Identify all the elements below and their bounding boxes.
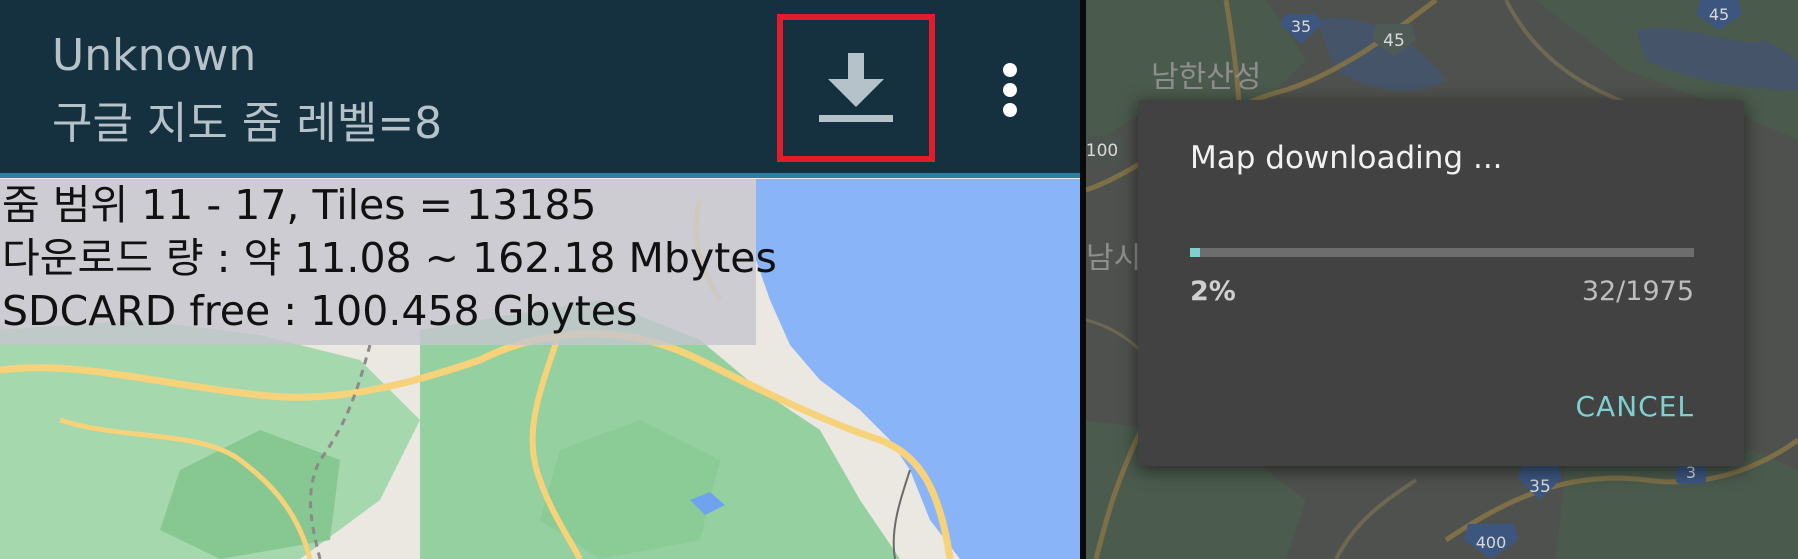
download-progress-dialog: Map downloading ... 2% 32/1975 CANCEL — [1138, 100, 1744, 466]
cancel-button[interactable]: CANCEL — [1576, 390, 1695, 423]
download-info-panel: 줌 범위 11 - 17, Tiles = 13185 다운로드 량 : 약 1… — [0, 179, 777, 345]
svg-text:35: 35 — [1529, 477, 1551, 497]
svg-text:45: 45 — [1383, 31, 1405, 51]
app-toolbar: Unknown 구글 지도 줌 레벨=8 — [0, 0, 1080, 173]
sdcard-free-text: SDCARD free : 100.458 Gbytes — [2, 287, 638, 335]
place-label-namhansanseong: 남한산성 — [1151, 60, 1261, 95]
left-screen: Unknown 구글 지도 줌 레벨=8 줌 범위 11 - 17, Tiles… — [0, 0, 1080, 559]
toolbar-title: Unknown — [52, 30, 257, 81]
toolbar-subtitle: 구글 지도 줌 레벨=8 — [52, 98, 443, 149]
more-vert-icon — [1003, 63, 1017, 117]
dialog-title: Map downloading ... — [1190, 140, 1503, 176]
svg-text:45: 45 — [1709, 5, 1729, 24]
progress-percent: 2% — [1190, 276, 1236, 307]
progress-bar-fill — [1190, 248, 1200, 257]
overflow-menu-button[interactable] — [985, 50, 1035, 130]
progress-count: 32/1975 — [1581, 276, 1694, 307]
zoom-range-text: 줌 범위 11 - 17, Tiles = 13185 — [2, 181, 597, 229]
toolbar-divider — [0, 173, 1080, 178]
download-icon — [819, 53, 893, 122]
svg-text:35: 35 — [1291, 17, 1311, 36]
route-shield-100: 100 — [1086, 136, 1124, 162]
download-button[interactable] — [777, 14, 935, 162]
download-size-text: 다운로드 량 : 약 11.08 ~ 162.18 Mbytes — [2, 234, 777, 282]
place-label-city: 남시 — [1086, 241, 1141, 276]
progress-bar — [1190, 248, 1694, 257]
svg-text:400: 400 — [1476, 533, 1507, 552]
svg-text:100: 100 — [1086, 141, 1118, 161]
right-screen: 남한산성 남시 35 45 45 100 35 400 3 Map downlo… — [1086, 0, 1798, 559]
